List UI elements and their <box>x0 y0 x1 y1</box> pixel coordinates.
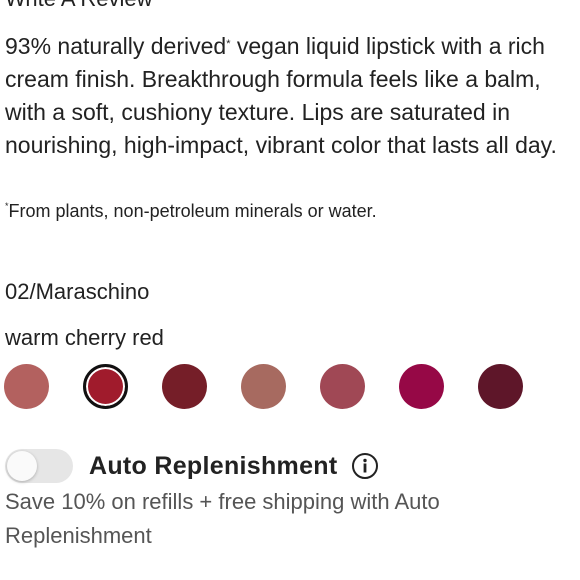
shade-swatch-4[interactable] <box>241 364 286 409</box>
footnote: *From plants, non-petroleum minerals or … <box>5 201 377 222</box>
auto-replenishment-promo: Save 10% on refills + free shipping with… <box>5 489 440 548</box>
toggle-knob <box>7 451 37 481</box>
footnote-text: From plants, non-petroleum minerals or w… <box>8 201 377 221</box>
shade-swatch-6[interactable] <box>399 364 444 409</box>
shade-swatch-7[interactable] <box>478 364 523 409</box>
shade-swatch-1[interactable] <box>4 364 49 409</box>
description-lead: 93% naturally derived <box>5 33 227 59</box>
shade-swatch-5[interactable] <box>320 364 365 409</box>
shade-swatch-3[interactable] <box>162 364 207 409</box>
shade-swatch-list <box>4 364 523 409</box>
auto-replenishment-label: Auto Replenishment <box>89 451 338 480</box>
info-icon[interactable] <box>351 452 379 480</box>
shade-swatch-2[interactable] <box>83 364 128 409</box>
write-review-link[interactable]: Write A Review <box>5 0 153 12</box>
description-asterisk: * <box>226 38 231 50</box>
shade-name: 02/Maraschino <box>5 279 150 304</box>
product-description: 93% naturally derived* vegan liquid lips… <box>5 30 580 162</box>
shade-description: warm cherry red <box>5 325 164 350</box>
auto-replenishment-row: Auto Replenishment <box>5 449 379 483</box>
auto-replenishment-toggle[interactable] <box>5 449 73 483</box>
